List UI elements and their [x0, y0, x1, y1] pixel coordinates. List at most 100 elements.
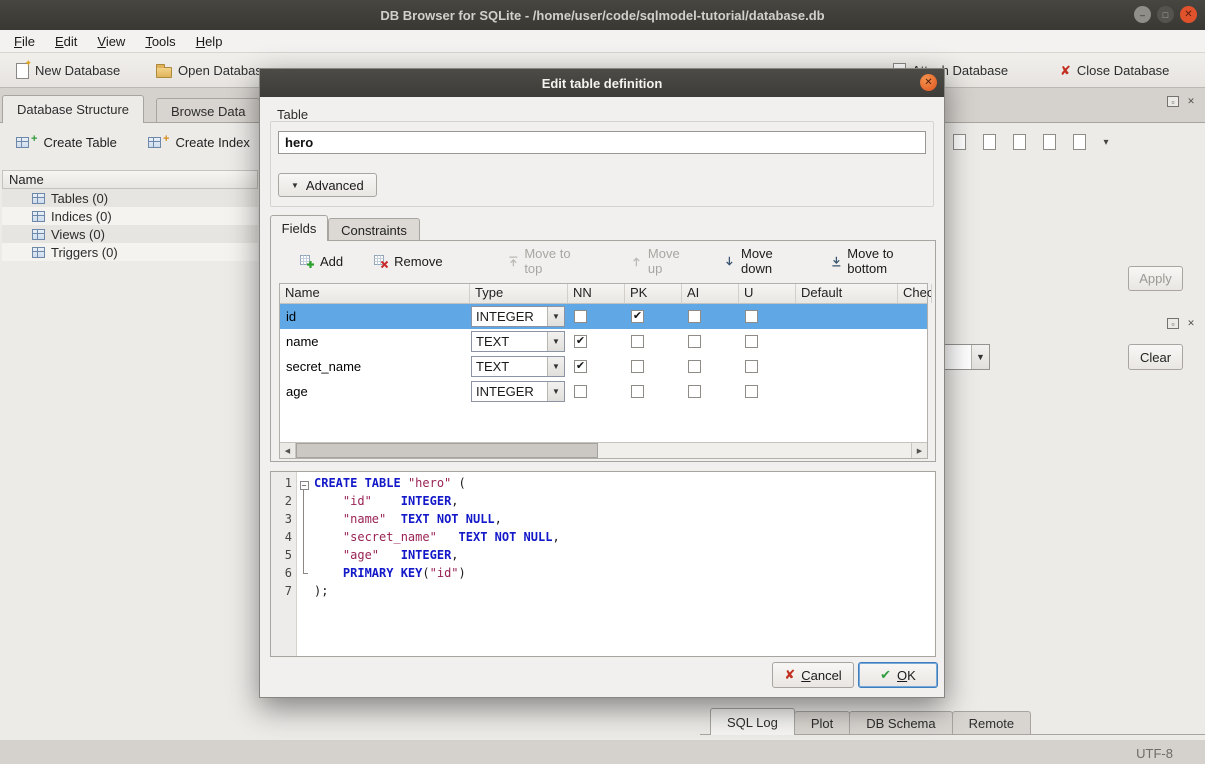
mode-dropdown-icon[interactable]: ▾: [1098, 131, 1114, 153]
ai-checkbox[interactable]: [688, 360, 701, 373]
u-checkbox[interactable]: [745, 385, 758, 398]
field-row-name[interactable]: nameTEXT▼ ✔: [280, 329, 927, 354]
ai-checkbox[interactable]: [688, 385, 701, 398]
dock-close-icon[interactable]: ✕: [1185, 318, 1197, 329]
cancel-button[interactable]: ✘ Cancel: [772, 662, 854, 688]
pk-checkbox[interactable]: ✔: [631, 310, 644, 323]
type-combo[interactable]: TEXT▼: [471, 331, 565, 352]
close-database-button[interactable]: ✘ Close Database: [1052, 57, 1177, 84]
check-cell[interactable]: [898, 304, 927, 329]
default-cell[interactable]: [796, 304, 898, 329]
tab-fields[interactable]: Fields: [270, 215, 328, 241]
table-name-input[interactable]: [278, 131, 926, 154]
fold-collapse-icon[interactable]: −: [300, 481, 309, 490]
import-icon[interactable]: [948, 131, 970, 153]
grid-col-type[interactable]: Type: [470, 284, 568, 303]
move-to-bottom-button[interactable]: Move to bottom: [824, 242, 935, 280]
ai-checkbox[interactable]: [688, 335, 701, 348]
bottom-tab-sql-log[interactable]: SQL Log: [710, 708, 795, 735]
menu-file[interactable]: File: [4, 32, 45, 51]
encoding-indicator[interactable]: UTF-8: [1136, 746, 1173, 761]
ai-checkbox[interactable]: [688, 310, 701, 323]
grid-col-check[interactable]: Check: [898, 284, 932, 303]
paste-icon[interactable]: [1068, 131, 1090, 153]
scroll-left-icon[interactable]: ◀: [280, 443, 296, 458]
ok-button[interactable]: ✔ OK: [858, 662, 938, 688]
copy-icon[interactable]: [1038, 131, 1060, 153]
nn-checkbox[interactable]: [574, 385, 587, 398]
tree-item-indices[interactable]: Indices (0): [2, 207, 258, 225]
window-titlebar[interactable]: DB Browser for SQLite - /home/user/code/…: [0, 0, 1205, 30]
grid-col-name[interactable]: Name: [280, 284, 470, 303]
grid-col-ai[interactable]: AI: [682, 284, 739, 303]
field-name-cell[interactable]: name: [280, 329, 470, 354]
create-index-button[interactable]: + Create Index: [140, 131, 258, 154]
type-combo[interactable]: INTEGER▼: [471, 381, 565, 402]
dialog-close-icon[interactable]: ✕: [920, 74, 937, 91]
apply-button[interactable]: Apply: [1128, 266, 1183, 291]
grid-col-u[interactable]: U: [739, 284, 796, 303]
default-cell[interactable]: [796, 379, 898, 404]
advanced-toggle[interactable]: ▼ Advanced: [278, 173, 377, 197]
field-name-cell[interactable]: age: [280, 379, 470, 404]
nn-checkbox[interactable]: ✔: [574, 360, 587, 373]
minimize-icon[interactable]: –: [1134, 6, 1151, 23]
new-database-button[interactable]: New Database: [8, 57, 128, 84]
field-name-cell[interactable]: secret_name: [280, 354, 470, 379]
add-field-button[interactable]: Add: [293, 249, 349, 273]
nn-checkbox[interactable]: [574, 310, 587, 323]
clear-button[interactable]: Clear: [1128, 344, 1183, 370]
field-row-id[interactable]: idINTEGER▼ ✔: [280, 304, 927, 329]
check-cell[interactable]: [898, 354, 927, 379]
export-icon[interactable]: [978, 131, 1000, 153]
default-cell[interactable]: [796, 354, 898, 379]
bottom-tab-remote[interactable]: Remote: [952, 711, 1032, 735]
menu-edit[interactable]: Edit: [45, 32, 87, 51]
close-icon[interactable]: ✕: [1180, 6, 1197, 23]
u-checkbox[interactable]: [745, 360, 758, 373]
tree-item-triggers[interactable]: Triggers (0): [2, 243, 258, 261]
tree-item-views[interactable]: Views (0): [2, 225, 258, 243]
scrollbar-thumb[interactable]: [296, 443, 598, 458]
dialog-titlebar[interactable]: Edit table definition ✕: [260, 69, 944, 97]
tab-constraints[interactable]: Constraints: [328, 218, 420, 241]
check-cell[interactable]: [898, 329, 927, 354]
combo-arrow-icon[interactable]: ▼: [547, 357, 564, 376]
default-cell[interactable]: [796, 329, 898, 354]
remove-field-button[interactable]: Remove: [367, 249, 448, 273]
move-up-button[interactable]: Move up: [624, 242, 699, 280]
field-row-age[interactable]: ageINTEGER▼: [280, 379, 927, 404]
pk-checkbox[interactable]: [631, 360, 644, 373]
grid-col-default[interactable]: Default: [796, 284, 898, 303]
tree-item-tables[interactable]: Tables (0): [2, 189, 258, 207]
set-null-icon[interactable]: [1008, 131, 1030, 153]
grid-col-pk[interactable]: PK: [625, 284, 682, 303]
combo-arrow-icon[interactable]: ▼: [547, 307, 564, 326]
type-combo[interactable]: INTEGER▼: [471, 306, 565, 327]
maximize-icon[interactable]: □: [1157, 6, 1174, 23]
u-checkbox[interactable]: [745, 335, 758, 348]
horizontal-scrollbar[interactable]: ◀ ▶: [280, 442, 927, 458]
open-database-button[interactable]: Open Database: [148, 57, 277, 84]
dock-float-icon[interactable]: ▫: [1167, 96, 1179, 107]
create-table-button[interactable]: + Create Table: [8, 131, 125, 154]
type-combo[interactable]: TEXT▼: [471, 356, 565, 377]
dock-close-icon[interactable]: ✕: [1185, 96, 1197, 107]
menu-view[interactable]: View: [87, 32, 135, 51]
grid-col-nn[interactable]: NN: [568, 284, 625, 303]
nn-checkbox[interactable]: ✔: [574, 335, 587, 348]
field-name-cell[interactable]: id: [280, 304, 470, 329]
move-down-button[interactable]: Move down: [717, 242, 807, 280]
bottom-tab-db-schema[interactable]: DB Schema: [849, 711, 952, 735]
bottom-tab-plot[interactable]: Plot: [794, 711, 850, 735]
combo-arrow-icon[interactable]: ▼: [547, 382, 564, 401]
tree-header-name[interactable]: Name: [2, 170, 258, 189]
scroll-right-icon[interactable]: ▶: [911, 443, 927, 458]
move-to-top-button[interactable]: Move to top: [501, 242, 593, 280]
tab-browse-data[interactable]: Browse Data: [156, 98, 260, 123]
scrollbar-track[interactable]: [296, 443, 911, 458]
check-cell[interactable]: [898, 379, 927, 404]
combo-arrow-icon[interactable]: ▼: [547, 332, 564, 351]
u-checkbox[interactable]: [745, 310, 758, 323]
field-row-secret_name[interactable]: secret_nameTEXT▼ ✔: [280, 354, 927, 379]
